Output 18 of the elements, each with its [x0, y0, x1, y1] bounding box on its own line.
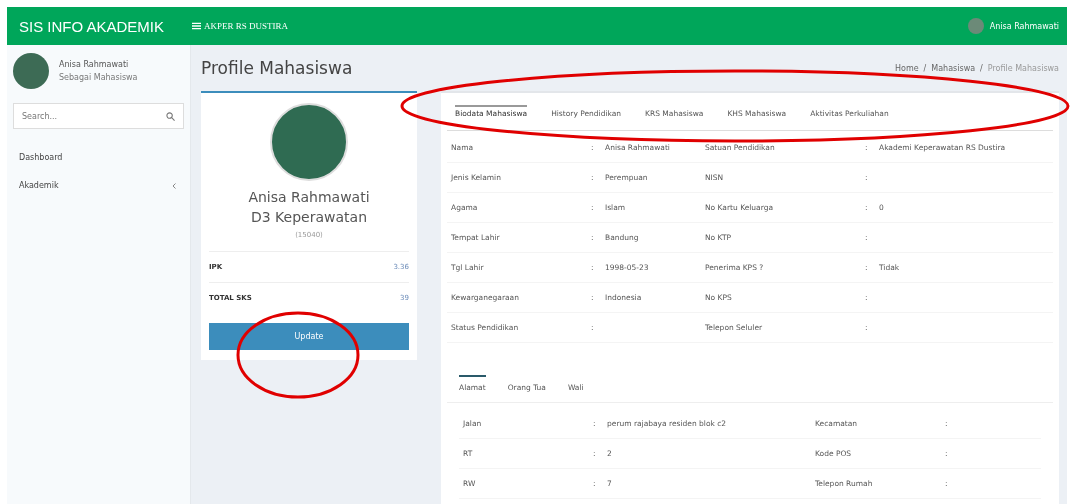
sidebar-item[interactable]: Dashboard — [7, 143, 190, 171]
sidebar-item[interactable]: Akademik — [7, 171, 190, 199]
brand-title: SIS INFO AKADEMIK — [19, 17, 165, 35]
breadcrumb-separator: / — [923, 63, 927, 73]
page-title: Profile Mahasiswa — [201, 58, 353, 78]
breadcrumb-link[interactable]: Home — [895, 63, 919, 73]
institution-name: AKPER RS DUSTIRA — [204, 21, 289, 31]
student-name: Anisa Rahmawati — [248, 189, 370, 205]
user-avatar — [13, 53, 49, 89]
user-name: Anisa Rahmawati — [59, 60, 130, 69]
breadcrumb-separator: / — [980, 63, 983, 73]
study-program: D3 Keperawatan — [250, 209, 367, 225]
menu-icon[interactable] — [192, 22, 202, 30]
breadcrumb-link[interactable]: Mahasiswa — [931, 63, 976, 73]
update-button[interactable]: Update — [209, 323, 409, 350]
search-field[interactable]: Search... — [13, 103, 184, 129]
user-role: Sebagai Mahasiswa — [59, 73, 138, 82]
search-icon[interactable] — [166, 112, 175, 121]
